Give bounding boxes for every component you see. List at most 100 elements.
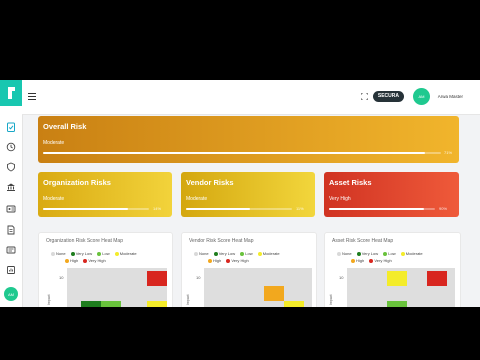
bank-icon[interactable] (6, 182, 16, 192)
legend-very-high-label: Very High (231, 258, 249, 263)
legend-high-dot (65, 258, 69, 263)
shield-icon[interactable] (6, 162, 16, 172)
contact-card-icon[interactable] (6, 245, 16, 255)
organization-risks-percent: 14% (153, 206, 162, 211)
legend-very-low-label: Very Low (218, 251, 236, 256)
legend-very-high[interactable]: Very High (226, 258, 249, 263)
organization-heat-map-title: Organization Risk Score Heat Map (46, 238, 123, 244)
legend-high[interactable]: High (208, 258, 221, 263)
legend-none-label: None (199, 251, 209, 256)
fullscreen-icon[interactable] (361, 93, 368, 100)
heat-map-cell[interactable] (147, 271, 167, 286)
legend-none-dot (51, 251, 55, 256)
legend-moderate-dot (400, 251, 405, 256)
legend-high-label: High (70, 258, 79, 263)
legend-very-high[interactable]: Very High (369, 258, 392, 263)
legend-very-low-label: Very Low (75, 251, 93, 256)
heat-map-cell[interactable] (147, 301, 167, 307)
legend-moderate[interactable]: Moderate (257, 251, 280, 256)
overall-risk-bar-fill (43, 152, 426, 154)
heat-map-y-axis-label: Impact (47, 294, 51, 305)
overall-risk-card[interactable]: Overall Risk Moderate 71% (38, 116, 459, 163)
heat-map-cell[interactable] (427, 271, 447, 286)
legend-none-dot (337, 251, 341, 256)
sidebar-avatar[interactable]: AM (4, 287, 18, 301)
heat-map-cell[interactable] (387, 271, 407, 286)
asset-risks-bar (329, 208, 435, 210)
heat-map-y-tick: 10 (59, 275, 64, 280)
vendor-risks-bar (186, 208, 292, 210)
document-icon[interactable] (6, 225, 16, 235)
legend-high[interactable]: High (65, 258, 78, 263)
legend-low-dot (97, 251, 102, 256)
legend-very-low-dot (70, 251, 75, 256)
heat-map-cell[interactable] (81, 301, 101, 307)
organization-badge[interactable]: SECURA (372, 91, 404, 102)
top-bar: SECURA AM Arwa Master (22, 80, 480, 115)
legend-low-label: Low (388, 251, 396, 256)
legend-high[interactable]: High (351, 258, 364, 263)
legend-low-label: Low (102, 251, 110, 256)
organization-heat-map-panel: Organization Risk Score Heat Map None Ve… (38, 232, 173, 307)
legend-moderate-dot (257, 251, 262, 256)
legend-very-high-label: Very High (374, 258, 392, 263)
heat-map-cell[interactable] (264, 286, 284, 301)
vendor-risks-bar-fill (186, 208, 250, 210)
organization-risks-title: Organization Risks (43, 178, 111, 187)
heat-map-cell[interactable] (101, 301, 121, 307)
legend-low[interactable]: Low (240, 251, 253, 256)
legend-very-low-dot (356, 251, 361, 256)
heat-map-cell[interactable] (387, 301, 407, 307)
legend-none-dot (194, 251, 198, 256)
overall-risk-percent: 71% (444, 150, 453, 155)
legend-moderate-dot (114, 251, 119, 256)
asset-heat-map-title: Asset Risk Score Heat Map (332, 238, 394, 244)
app-logo[interactable] (0, 80, 22, 106)
menu-icon[interactable] (28, 93, 36, 100)
legend-moderate-label: Moderate (405, 251, 423, 256)
report-icon[interactable] (6, 265, 16, 275)
organization-risks-card[interactable]: Organization Risks Moderate 14% (38, 172, 172, 217)
legend-moderate-label: Moderate (262, 251, 280, 256)
user-name[interactable]: Arwa Master (438, 94, 463, 99)
legend-low-label: Low (245, 251, 253, 256)
legend-none[interactable]: None (194, 251, 209, 256)
vendor-risks-title: Vendor Risks (186, 178, 234, 187)
legend-very-high-dot (83, 258, 88, 263)
asset-heat-map-panel: Asset Risk Score Heat Map None Very Low … (324, 232, 461, 307)
heat-map-cell[interactable] (284, 301, 304, 307)
organization-risks-level: Moderate (43, 196, 65, 202)
asset-risks-title: Asset Risks (329, 178, 372, 187)
legend-none-label: None (56, 251, 66, 256)
legend-very-high-dot (369, 258, 374, 263)
vendor-heat-map-panel: Vendor Risk Score Heat Map None Very Low… (181, 232, 317, 307)
heat-map-y-tick: 10 (196, 275, 201, 280)
legend-moderate[interactable]: Moderate (114, 251, 137, 256)
history-icon[interactable] (6, 142, 16, 152)
legend-very-low[interactable]: Very Low (356, 251, 379, 256)
legend-low[interactable]: Low (97, 251, 110, 256)
legend-low-dot (240, 251, 245, 256)
legend-high-dot (208, 258, 212, 263)
legend-moderate-label: Moderate (119, 251, 137, 256)
legend-low[interactable]: Low (383, 251, 396, 256)
legend-very-low[interactable]: Very Low (213, 251, 236, 256)
asset-risks-card[interactable]: Asset Risks Very High 90% (324, 172, 459, 217)
sidebar: AM (0, 80, 23, 307)
user-avatar[interactable]: AM (413, 88, 430, 105)
vendor-risks-percent: 11% (296, 206, 304, 211)
organization-risks-bar (43, 208, 149, 210)
logo-icon (8, 87, 15, 99)
legend-very-high[interactable]: Very High (83, 258, 106, 263)
vendor-risks-card[interactable]: Vendor Risks Moderate 11% (181, 172, 315, 217)
legend-very-low[interactable]: Very Low (70, 251, 93, 256)
legend-very-low-label: Very Low (361, 251, 379, 256)
legend-none[interactable]: None (337, 251, 352, 256)
app-window: AM SECURA AM Arwa Master Overall Risk Mo… (0, 80, 480, 307)
id-card-icon[interactable] (6, 204, 16, 214)
clipboard-check-icon[interactable] (6, 122, 16, 132)
vendor-heat-map-title: Vendor Risk Score Heat Map (189, 238, 254, 244)
legend-moderate[interactable]: Moderate (400, 251, 423, 256)
heat-map-grid (67, 268, 167, 307)
legend-none[interactable]: None (51, 251, 66, 256)
